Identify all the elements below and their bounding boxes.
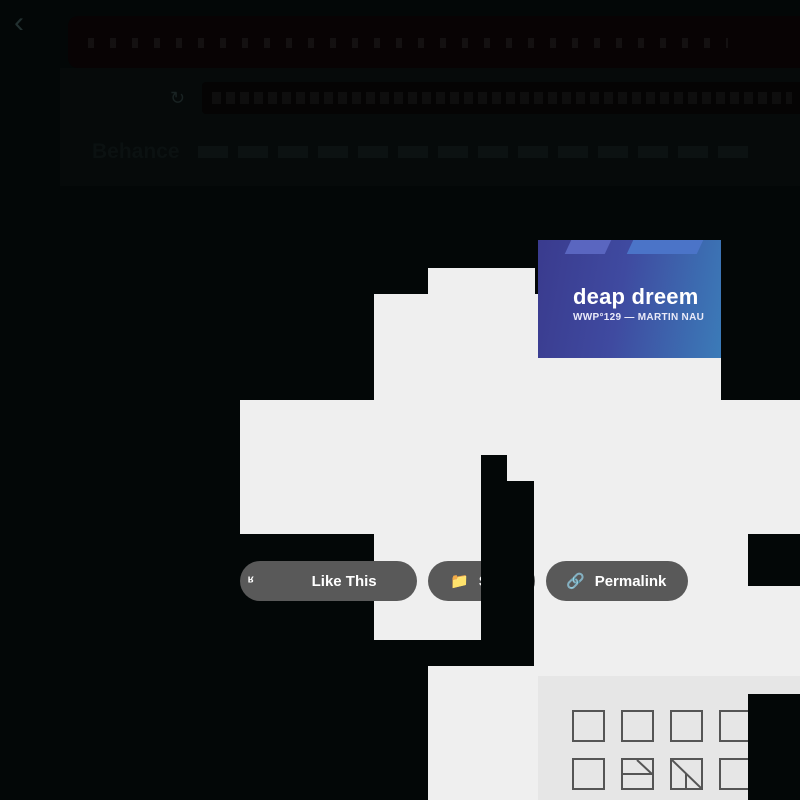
- mask-block: [748, 534, 800, 586]
- thumbs-up-icon: ʶ: [248, 572, 254, 590]
- tab-bar: [68, 16, 800, 68]
- page-fragment: [428, 666, 538, 800]
- sketch-square: [621, 710, 654, 742]
- sketch-square: [572, 710, 605, 742]
- cover-subtitle: WWP°129 — MARTIN NAU: [573, 312, 705, 323]
- sketch-square: [670, 758, 703, 790]
- address-bar[interactable]: [202, 82, 800, 114]
- permalink-button[interactable]: 🔗 Permalink: [546, 561, 688, 601]
- site-nav-links: [198, 146, 758, 158]
- mask-block: [507, 481, 534, 640]
- cover-shape: [626, 240, 704, 254]
- reload-icon[interactable]: ↻: [170, 88, 185, 109]
- sketch-square: [572, 758, 605, 790]
- mask-block: [748, 694, 800, 800]
- sketch-square: [670, 710, 703, 742]
- mask-block: [240, 534, 374, 561]
- screen: ‹ ↻ Behance deap dreem WWP°129 — MARTIN …: [0, 0, 800, 800]
- like-label: Like This: [311, 572, 377, 590]
- cover-shape: [564, 240, 612, 254]
- address-text: [212, 92, 792, 104]
- project-cover-image[interactable]: deap dreem WWP°129 — MARTIN NAU: [538, 240, 721, 358]
- site-name[interactable]: Behance: [92, 140, 180, 164]
- like-button[interactable]: ʶ Like This: [240, 561, 417, 601]
- sketch-square: [621, 758, 654, 790]
- tab-bar-text: [88, 38, 728, 48]
- permalink-label: Permalink: [594, 572, 667, 590]
- mask-block: [481, 455, 507, 640]
- link-icon: 🔗: [566, 573, 585, 590]
- folder-icon: 📁: [450, 573, 469, 590]
- cover-title: deap dreem: [573, 284, 699, 309]
- back-arrow-icon[interactable]: ‹: [14, 8, 24, 38]
- mask-block: [721, 240, 800, 400]
